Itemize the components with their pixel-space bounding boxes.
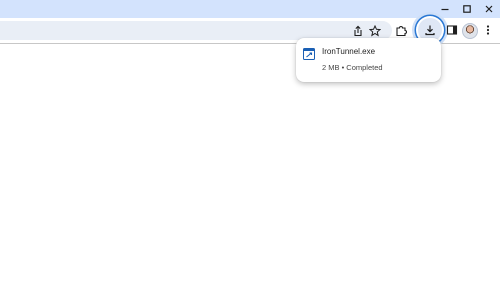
page-content xyxy=(0,44,500,300)
minimize-icon xyxy=(441,8,449,11)
avatar[interactable] xyxy=(462,23,478,39)
title-bar xyxy=(0,0,500,18)
kebab-menu-icon[interactable] xyxy=(481,23,495,37)
side-panel-icon[interactable] xyxy=(445,23,459,37)
close-button[interactable] xyxy=(478,0,500,18)
close-icon xyxy=(485,5,493,13)
window-controls xyxy=(434,0,500,18)
maximize-icon xyxy=(463,5,471,13)
puzzle-icon[interactable] xyxy=(394,23,408,37)
minimize-button[interactable] xyxy=(434,0,456,18)
maximize-button[interactable] xyxy=(456,0,478,18)
star-icon[interactable] xyxy=(369,25,381,37)
share-icon[interactable] xyxy=(352,25,364,37)
download-icon xyxy=(425,25,435,36)
